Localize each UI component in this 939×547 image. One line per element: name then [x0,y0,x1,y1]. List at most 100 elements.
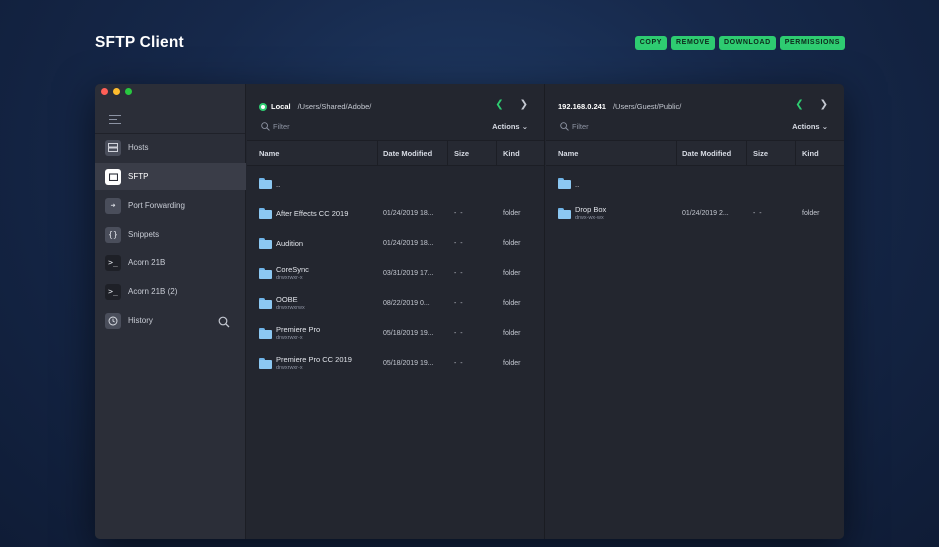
path-navigation: ❮ ❯ [795,99,828,110]
actions-dropdown[interactable]: Actions ⌄ [792,122,828,131]
file-permissions: drwxrwxrwx [276,305,305,311]
filter-input[interactable] [572,122,672,131]
file-kind: folder [802,210,820,217]
file-name: .. [276,180,281,189]
braces-icon: {} [105,226,121,243]
folder-icon [259,298,272,309]
forward-icon: ➜ [105,197,121,214]
table-row[interactable]: .. [247,166,544,196]
date-modified: 01/24/2019 18... [383,210,434,217]
close-window-button[interactable] [101,88,108,95]
column-divider [795,141,796,166]
minimize-window-button[interactable] [113,88,120,95]
current-path[interactable]: /Users/Shared/Adobe/ [298,102,372,111]
file-name: Audition [276,239,304,248]
sidebar-item-label: History [128,316,153,325]
host-name: 192.168.0.241 [558,102,606,111]
column-divider [746,141,747,166]
terminal-icon: >_ [105,254,121,271]
column-date-modified[interactable]: Date Modified [682,149,731,158]
table-row[interactable]: OOBE drwxrwxrwx 08/22/2019 0... - - fold… [247,286,544,316]
window-controls [101,88,132,95]
column-size[interactable]: Size [753,149,768,158]
column-kind[interactable]: Kind [503,149,520,158]
menu-icon[interactable] [109,115,121,127]
filter-input[interactable] [273,122,373,131]
filter-field [560,122,672,131]
sidebar-item-label: Hosts [128,143,149,152]
sidebar-item-acorn-21b-2[interactable]: >_ Acorn 21B (2) [95,278,246,305]
table-row[interactable]: .. [546,166,844,196]
sidebar-item-snippets[interactable]: {} Snippets [95,221,246,248]
date-modified: 01/24/2019 18... [383,240,434,247]
page-title: SFTP Client [95,34,184,51]
file-name: OOBE [276,295,298,304]
file-permissions: drwx-wx-wx [575,215,604,221]
download-button[interactable]: DOWNLOAD [718,36,776,50]
file-kind: folder [503,240,521,247]
actions-dropdown[interactable]: Actions ⌄ [492,122,528,131]
sidebar-item-label: Snippets [128,230,160,239]
column-header: Name Date Modified Size Kind [546,141,844,166]
maximize-window-button[interactable] [125,88,132,95]
file-name: .. [575,180,580,189]
table-row[interactable]: Premiere Pro drwxrwxr-x 05/18/2019 19...… [247,316,544,346]
column-name[interactable]: Name [259,149,279,158]
column-kind[interactable]: Kind [802,149,819,158]
forward-chevron-icon[interactable]: ❯ [520,99,528,110]
search-icon[interactable] [218,315,230,328]
column-header: Name Date Modified Size Kind [247,141,544,166]
file-kind: folder [503,330,521,337]
table-row[interactable]: Drop Box drwx-wx-wx 01/24/2019 2... - - … [546,196,844,226]
permissions-button[interactable]: PERMISSIONS [779,36,845,50]
terminal-icon: >_ [105,283,121,300]
remove-button[interactable]: REMOVE [671,36,715,50]
column-date-modified[interactable]: Date Modified [383,149,432,158]
file-kind: folder [503,360,521,367]
path-navigation: ❮ ❯ [495,99,528,110]
table-row[interactable]: Audition 01/24/2019 18... - - folder [247,226,544,256]
column-divider [676,141,677,166]
forward-chevron-icon[interactable]: ❯ [820,99,828,110]
file-name: After Effects CC 2019 [276,209,349,218]
file-kind: folder [503,270,521,277]
back-chevron-icon[interactable]: ❮ [795,99,803,110]
folder-icon [259,238,272,249]
file-size: - - [454,360,464,367]
file-size: - - [454,210,464,217]
date-modified: 03/31/2019 17... [383,270,434,277]
back-chevron-icon[interactable]: ❮ [495,99,503,110]
column-divider [496,141,497,166]
folder-icon [105,168,121,185]
table-row[interactable]: Premiere Pro CC 2019 drwxrwxr-x 05/18/20… [247,346,544,376]
sidebar-item-sftp[interactable]: SFTP [95,163,246,190]
sidebar-item-port-forwarding[interactable]: ➜ Port Forwarding [95,192,246,219]
file-kind: folder [503,300,521,307]
folder-icon [558,178,571,189]
table-row[interactable]: CoreSync drwxrwxr-x 03/31/2019 17... - -… [247,256,544,286]
file-size: - - [454,330,464,337]
sidebar-item-hosts[interactable]: Hosts [95,134,246,161]
remote-pane: 192.168.0.241 /Users/Guest/Public/ ❮ ❯ A… [546,84,844,539]
search-icon [560,122,569,131]
search-icon [261,122,270,131]
column-name[interactable]: Name [558,149,578,158]
date-modified: 05/18/2019 19... [383,330,434,337]
table-row[interactable]: After Effects CC 2019 01/24/2019 18... -… [247,196,544,226]
file-permissions: drwxrwxr-x [276,335,303,341]
current-path[interactable]: /Users/Guest/Public/ [613,102,681,111]
file-name: Drop Box [575,205,607,214]
copy-button[interactable]: COPY [634,36,668,50]
folder-icon [259,328,272,339]
folder-icon [259,208,272,219]
sidebar-item-label: Acorn 21B (2) [128,287,178,296]
file-kind: folder [503,210,521,217]
folder-icon [259,268,272,279]
sidebar-item-acorn-21b[interactable]: >_ Acorn 21B [95,249,246,276]
folder-icon [259,358,272,369]
host-name: Local [271,102,291,111]
column-divider [447,141,448,166]
column-size[interactable]: Size [454,149,469,158]
column-divider [377,141,378,166]
remote-pane-header: 192.168.0.241 /Users/Guest/Public/ ❮ ❯ A… [546,84,844,141]
